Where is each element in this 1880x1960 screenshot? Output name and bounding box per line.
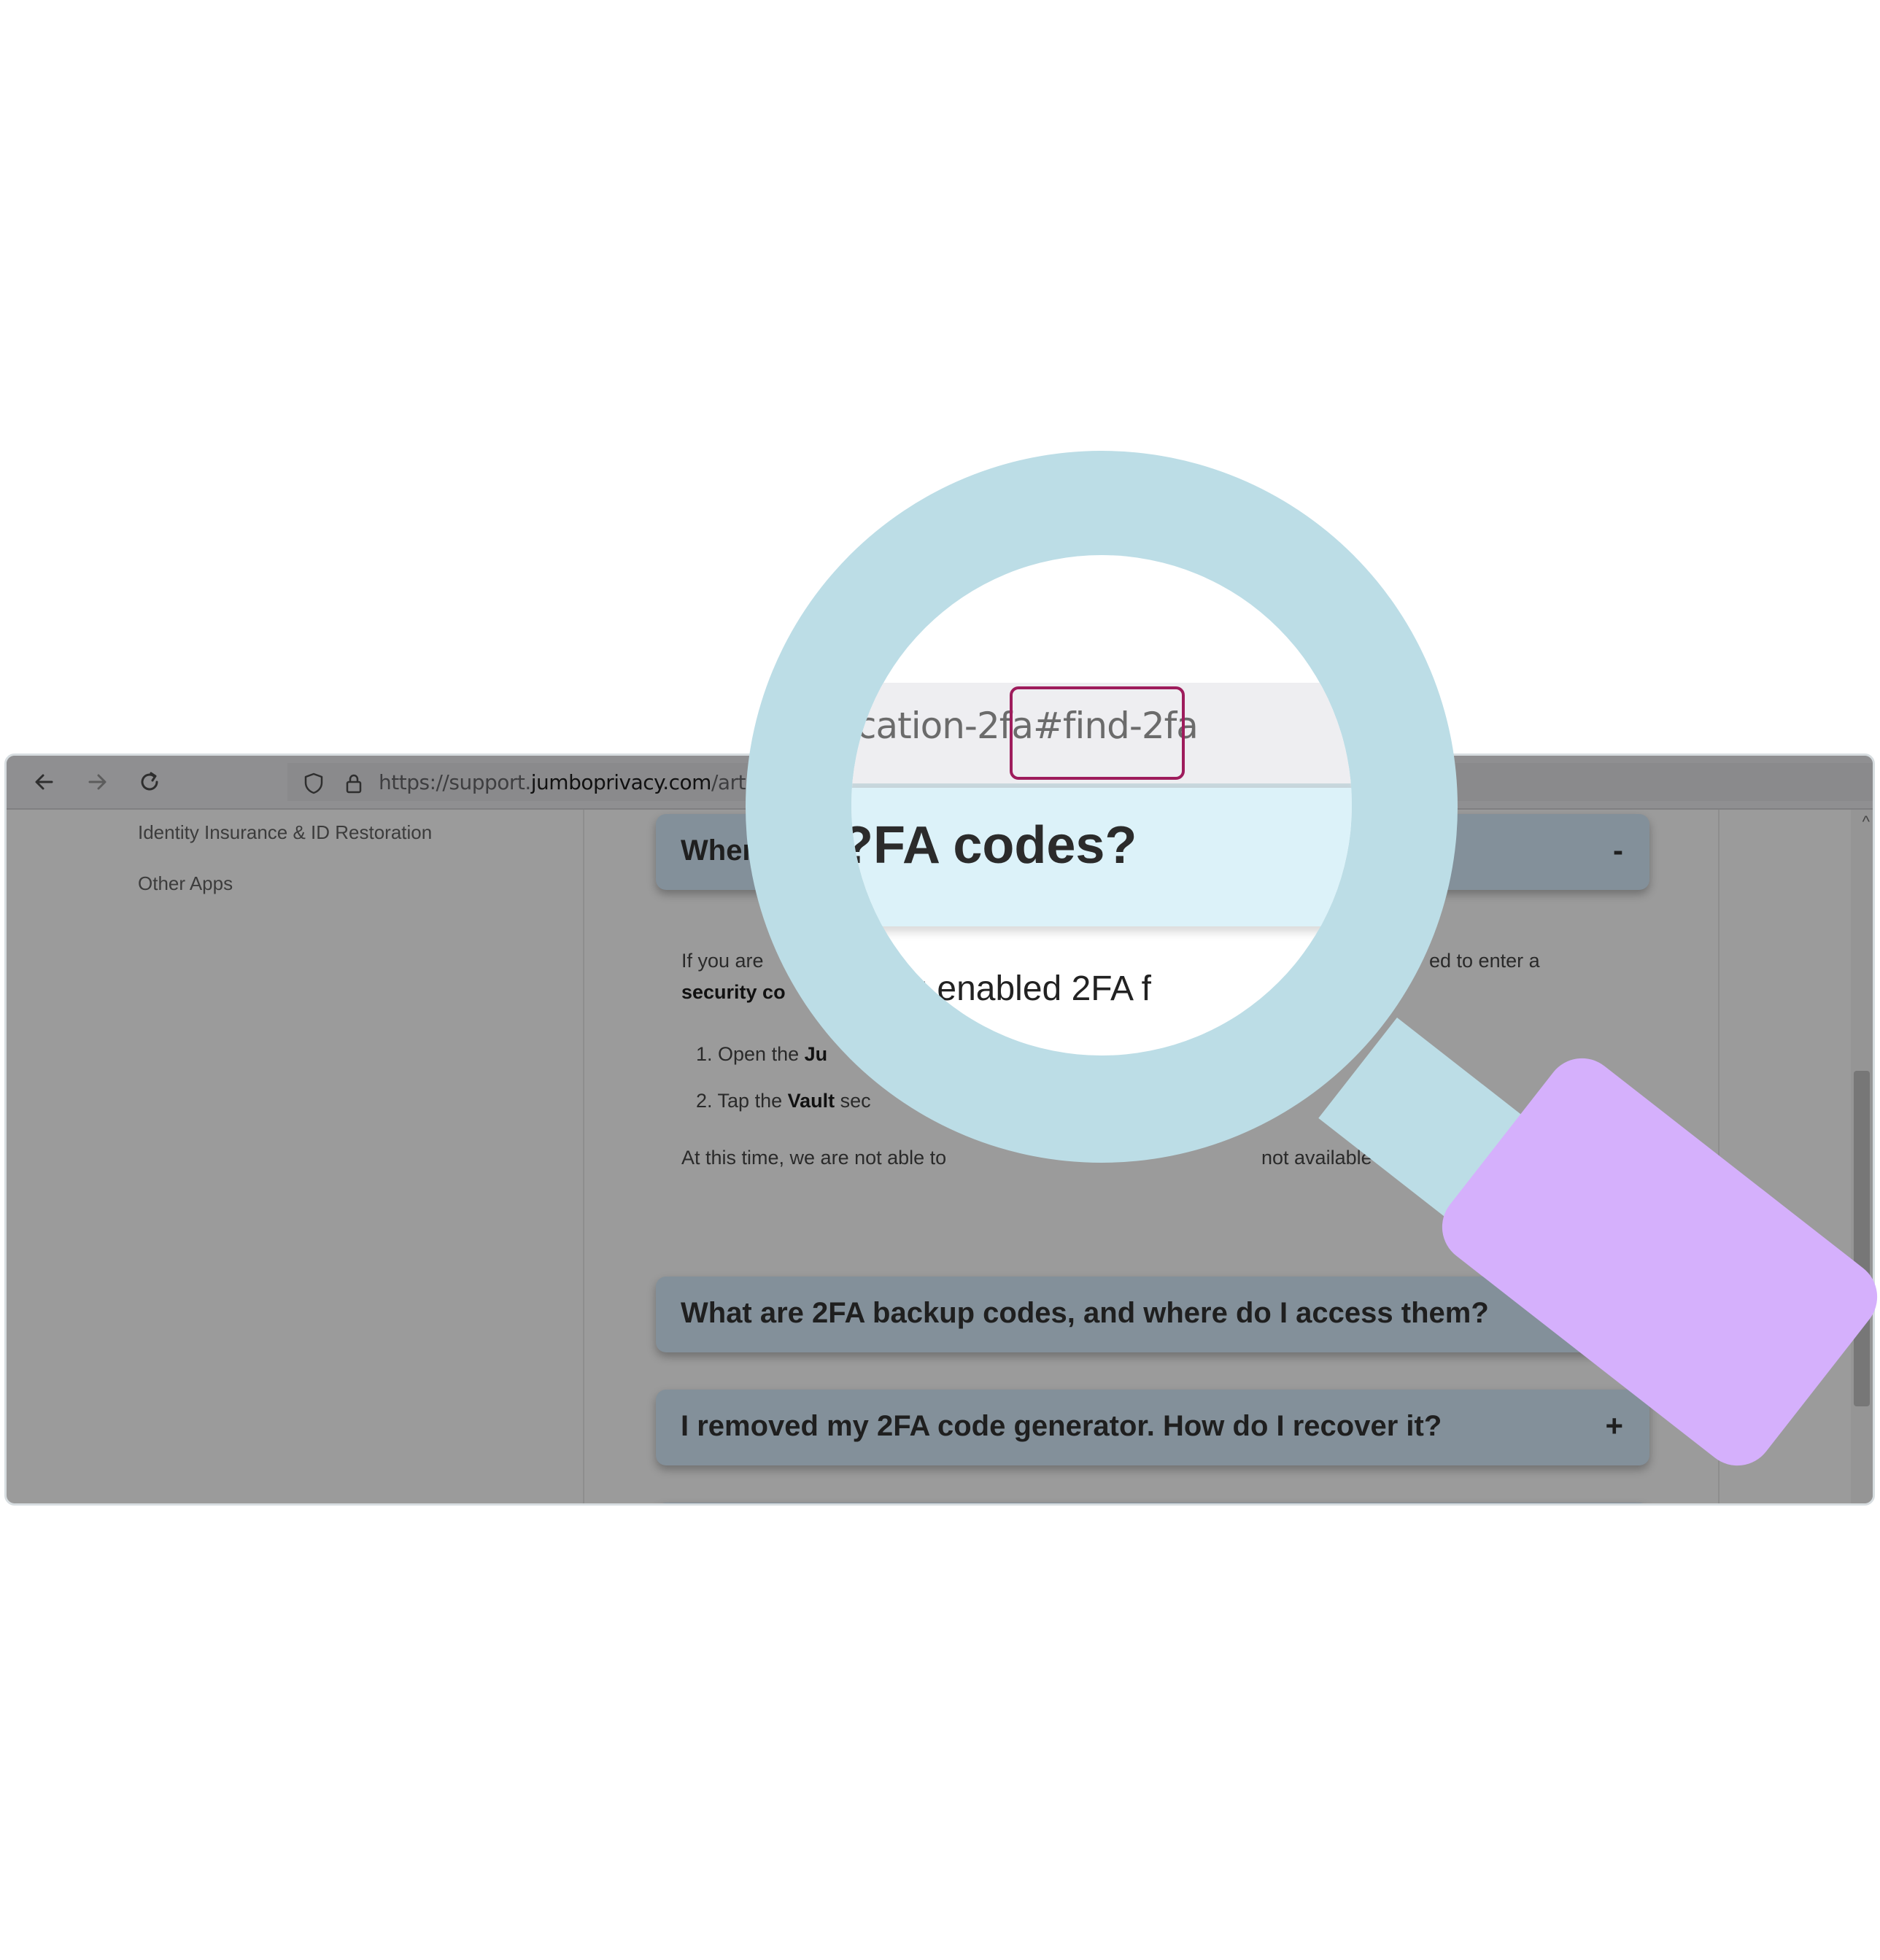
shield-icon[interactable]: [302, 772, 325, 795]
back-arrow-icon[interactable]: [30, 767, 59, 797]
step-1: 1. Open the Ju: [696, 1043, 827, 1066]
url-domain: jumboprivacy.com: [530, 770, 712, 794]
scroll-up-icon[interactable]: ^: [1862, 813, 1870, 832]
sidebar-item-other-apps[interactable]: Other Apps: [138, 872, 233, 895]
faq-item-next[interactable]: [656, 1503, 1649, 1506]
zoomed-body-text: t you enabled 2FA f: [851, 969, 1151, 1008]
scrollbar[interactable]: ^: [1851, 810, 1873, 1503]
url-anchor-highlight: [1010, 686, 1185, 780]
step-1-bold: Ju: [804, 1043, 828, 1065]
step-2-suffix: sec: [835, 1090, 871, 1112]
faq-answer-final-start: At this time, we are not able to: [681, 1147, 947, 1169]
reload-icon[interactable]: [135, 767, 164, 797]
answer-text-start: If you are: [681, 950, 764, 972]
collapse-toggle[interactable]: -: [1613, 833, 1623, 868]
forward-arrow-icon[interactable]: [82, 767, 112, 797]
url-text[interactable]: https://support.jumboprivacy.com/article…: [379, 770, 786, 794]
lock-icon[interactable]: [342, 772, 365, 795]
faq-answer-line-end: ed to enter a: [1429, 950, 1540, 972]
zoomed-url-before: cation-2fa: [856, 705, 1034, 747]
expand-toggle[interactable]: +: [1605, 1409, 1623, 1444]
faq-answer-line: If you are: [681, 950, 764, 972]
sidebar-item-identity-insurance[interactable]: Identity Insurance & ID Restoration: [138, 821, 432, 844]
faq-answer-bold: security co: [681, 981, 786, 1004]
step-2-prefix: 2. Tap the: [696, 1090, 788, 1112]
step-1-prefix: 1. Open the: [696, 1043, 805, 1065]
faq-question: What are 2FA backup codes, and where do …: [681, 1297, 1489, 1329]
sidebar: Identity Insurance & ID Restoration Othe…: [7, 810, 584, 1503]
step-2: 2. Tap the Vault sec: [696, 1090, 871, 1112]
url-prefix: https://support.: [379, 770, 531, 794]
zoomed-faq-header: ?FA codes?: [851, 788, 1352, 926]
faq-question: I removed my 2FA code generator. How do …: [681, 1410, 1442, 1442]
faq-item-recover-generator[interactable]: I removed my 2FA code generator. How do …: [656, 1390, 1649, 1465]
faq-question: Wher: [681, 834, 754, 867]
zoomed-faq-heading: ?FA codes?: [851, 816, 1137, 875]
scroll-thumb[interactable]: [1854, 1071, 1870, 1406]
step-2-bold: Vault: [787, 1090, 835, 1112]
magnifier-lens: cation-2fa#find-2fa ?FA codes? t you ena…: [851, 555, 1352, 1055]
security-code-text: security co: [681, 981, 786, 1003]
